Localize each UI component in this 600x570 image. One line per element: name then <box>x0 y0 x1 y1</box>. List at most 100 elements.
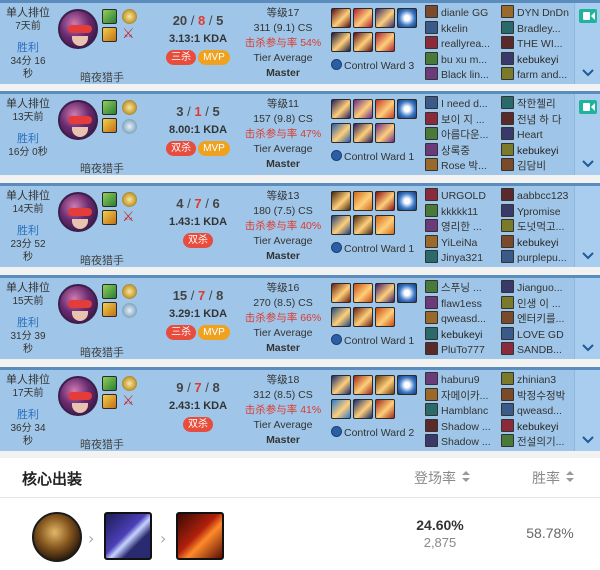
summoner-spell-icon[interactable] <box>102 192 117 207</box>
player-entry[interactable]: Bradley... <box>501 20 573 37</box>
player-name[interactable]: 보이 지 ... <box>441 114 485 126</box>
player-entry[interactable]: 도넛먹고... <box>501 219 573 235</box>
item-icon[interactable] <box>375 399 395 419</box>
player-name[interactable]: kebukeyi <box>517 237 558 249</box>
player-entry[interactable]: 전념 하 다 <box>501 111 573 128</box>
player-entry[interactable]: qweasd... <box>425 311 497 327</box>
player-entry[interactable]: aabbcc123 <box>501 188 573 204</box>
player-entry[interactable]: PluTo777 <box>425 342 497 358</box>
item-icon[interactable] <box>353 8 373 28</box>
player-name[interactable]: dianle GG <box>441 7 488 19</box>
player-entry[interactable]: 전설의기... <box>501 434 573 450</box>
player-entry[interactable]: kebukeyi <box>501 234 573 251</box>
player-name[interactable]: DYN DnDn <box>517 7 569 19</box>
player-name[interactable]: Shadow ... <box>441 436 491 448</box>
player-name[interactable]: SANDB... <box>517 344 562 356</box>
trinket-icon[interactable] <box>397 191 417 211</box>
keystone-rune-icon[interactable] <box>122 100 137 115</box>
item-icon[interactable] <box>375 375 395 395</box>
player-name[interactable]: 스푸닝 ... <box>441 282 482 294</box>
player-entry[interactable]: zhinian3 <box>501 372 573 388</box>
item-icon[interactable] <box>331 375 351 395</box>
pick-rate-header[interactable]: 登场率 <box>414 468 470 488</box>
player-entry[interactable]: Rose 박... <box>425 158 497 174</box>
summoner-spell-icon[interactable] <box>102 9 117 24</box>
player-entry[interactable]: Shadow ... <box>425 434 497 450</box>
player-entry[interactable]: 자메이카... <box>425 387 497 404</box>
player-name[interactable]: aabbcc123 <box>517 190 568 202</box>
player-name[interactable]: 아름다운... <box>441 129 488 141</box>
player-name[interactable]: Ypromise <box>517 206 561 218</box>
player-entry[interactable]: 엔터키를... <box>501 311 573 327</box>
item-icon[interactable] <box>331 123 351 143</box>
secondary-rune-icon[interactable] <box>122 209 136 225</box>
player-name[interactable]: 엔터키를... <box>517 313 564 325</box>
player-entry[interactable]: dianle GG <box>425 5 497 21</box>
player-entry[interactable]: DYN DnDn <box>501 5 573 21</box>
summoner-spell-icon[interactable] <box>102 210 117 225</box>
match-row[interactable]: 单人排位 14天前 胜利 23分 52秒 暗夜猎手 4 / 7 / 6 1.43… <box>0 183 600 267</box>
video-icon[interactable] <box>579 100 597 114</box>
blade-item-icon[interactable] <box>176 512 224 560</box>
item-icon[interactable] <box>353 307 373 327</box>
player-name[interactable]: I need d... <box>441 98 488 110</box>
item-icon[interactable] <box>353 99 373 119</box>
player-name[interactable]: 작한첼리 <box>517 98 556 110</box>
item-icon[interactable] <box>353 191 373 211</box>
player-entry[interactable]: kebukeyi <box>425 326 497 343</box>
trinket-icon[interactable] <box>397 375 417 395</box>
player-name[interactable]: Shadow ... <box>441 421 491 433</box>
player-entry[interactable]: Shadow ... <box>425 418 497 435</box>
trinket-icon[interactable] <box>397 8 417 28</box>
player-name[interactable]: bu xu m... <box>441 54 487 66</box>
player-entry[interactable]: kebukeyi <box>501 418 573 435</box>
player-name[interactable]: 박정수정박 <box>517 390 565 402</box>
keystone-rune-icon[interactable] <box>122 284 137 299</box>
item-icon[interactable] <box>375 8 395 28</box>
chevron-down-icon[interactable] <box>581 251 595 261</box>
player-entry[interactable]: haburu9 <box>425 372 497 388</box>
player-name[interactable]: kebukeyi <box>517 54 558 66</box>
item-icon[interactable] <box>331 399 351 419</box>
chevron-down-icon[interactable] <box>581 68 595 78</box>
item-icon[interactable] <box>375 215 395 235</box>
player-entry[interactable]: 스푸닝 ... <box>425 280 497 296</box>
player-name[interactable]: farm and... <box>517 69 567 81</box>
item-icon[interactable] <box>353 215 373 235</box>
sort-icon[interactable] <box>566 471 574 483</box>
champion-avatar[interactable] <box>58 192 98 232</box>
player-entry[interactable]: farm and... <box>501 67 573 83</box>
item-icon[interactable] <box>331 191 351 211</box>
match-row[interactable]: 单人排位 17天前 胜利 36分 34秒 暗夜猎手 9 / 7 / 8 2.43… <box>0 367 600 451</box>
keystone-rune-icon[interactable] <box>122 9 137 24</box>
player-entry[interactable]: THE WI... <box>501 36 573 52</box>
player-name[interactable]: purplepu... <box>517 252 567 264</box>
item-icon[interactable] <box>353 32 373 52</box>
player-name[interactable]: haburu9 <box>441 374 480 386</box>
player-name[interactable]: Heart <box>517 129 543 141</box>
player-entry[interactable]: Hamblanc <box>425 403 497 419</box>
item-icon[interactable] <box>331 283 351 303</box>
summoner-spell-icon[interactable] <box>102 302 117 317</box>
player-name[interactable]: kebukeyi <box>517 145 558 157</box>
item-icon[interactable] <box>353 375 373 395</box>
sort-icon[interactable] <box>462 471 470 483</box>
player-name[interactable]: 전설의기... <box>517 436 564 448</box>
item-icon[interactable] <box>375 32 395 52</box>
player-name[interactable]: zhinian3 <box>517 374 556 386</box>
player-entry[interactable]: qweasd... <box>501 403 573 419</box>
player-entry[interactable]: flaw1ess <box>425 295 497 312</box>
summoner-spell-icon[interactable] <box>102 100 117 115</box>
player-entry[interactable]: 영리한 ... <box>425 219 497 235</box>
chevron-down-icon[interactable] <box>581 159 595 169</box>
item-icon[interactable] <box>331 8 351 28</box>
player-name[interactable]: LOVE GD <box>517 329 564 341</box>
player-entry[interactable]: kebukeyi <box>501 51 573 68</box>
player-name[interactable]: 도넛먹고... <box>517 221 564 233</box>
secondary-rune-icon[interactable] <box>122 119 137 134</box>
item-icon[interactable] <box>331 215 351 235</box>
secondary-rune-icon[interactable] <box>122 26 136 42</box>
item-icon[interactable] <box>353 283 373 303</box>
champion-avatar[interactable] <box>58 284 98 324</box>
player-name[interactable]: PluTo777 <box>441 344 485 356</box>
